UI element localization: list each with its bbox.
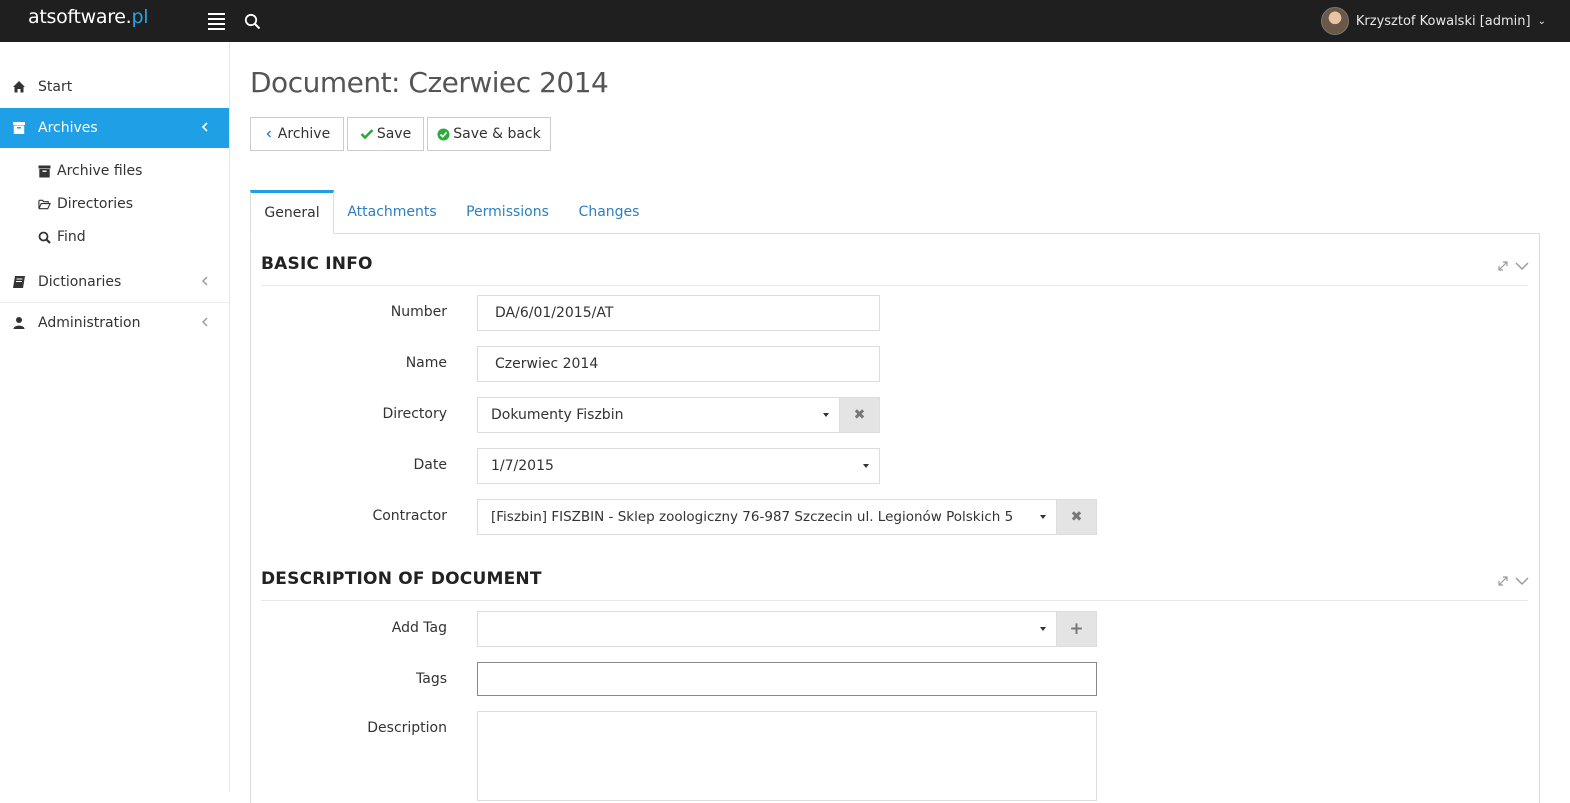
check-icon — [360, 129, 374, 140]
sidebar-item-start[interactable]: Start — [0, 67, 229, 107]
chevron-left-icon — [201, 122, 208, 132]
sidebar-subitem-label: Directories — [57, 196, 134, 212]
search-icon[interactable] — [244, 13, 261, 30]
contractor-clear-button[interactable]: ✖ — [1057, 499, 1097, 535]
close-icon: ✖ — [853, 407, 866, 423]
date-label: Date — [413, 457, 447, 473]
contractor-label: Contractor — [372, 508, 447, 524]
sidebar-item-dictionaries[interactable]: Dictionaries — [0, 262, 229, 302]
sidebar-subitem-archive-files[interactable]: Archive files — [38, 160, 142, 182]
save-button-label: Save — [376, 126, 412, 142]
add-tag-select[interactable] — [477, 611, 1057, 647]
archive-icon — [13, 122, 25, 134]
sidebar-item-archives[interactable]: Archives — [0, 108, 229, 148]
add-tag-button[interactable]: + — [1057, 611, 1097, 647]
chevron-down-icon[interactable] — [1515, 577, 1529, 585]
tab-general[interactable]: General — [250, 190, 334, 234]
tab-changes[interactable]: Changes — [570, 190, 648, 234]
name-value: Czerwiec 2014 — [495, 356, 599, 372]
chevron-left-icon — [266, 130, 271, 138]
book-icon — [13, 276, 25, 288]
caret-down-icon — [1040, 515, 1046, 519]
sidebar-subitem-directories[interactable]: Directories — [38, 193, 133, 215]
section-divider — [261, 600, 1528, 601]
brand-logo[interactable]: atsoftware.pl — [28, 6, 148, 28]
section-tools — [1498, 576, 1529, 586]
user-menu[interactable]: Krzysztof Kowalski [admin] ⌄ — [1320, 5, 1546, 37]
date-value: 1/7/2015 — [491, 458, 554, 474]
save-button[interactable]: Save — [347, 117, 424, 151]
caret-down-icon — [863, 464, 869, 468]
contractor-value: [Fiszbin] FISZBIN - Sklep zoologiczny 76… — [491, 509, 1014, 525]
chevron-left-icon — [202, 276, 208, 286]
name-field[interactable]: Czerwiec 2014 — [477, 346, 880, 382]
date-select[interactable]: 1/7/2015 — [477, 448, 880, 484]
tags-label: Tags — [416, 671, 447, 687]
save-back-button-label: Save & back — [453, 126, 541, 142]
section-divider — [261, 285, 1528, 286]
logo-accent: pl — [131, 6, 149, 28]
expand-icon[interactable] — [1498, 576, 1508, 586]
section-title-basic-info: BASIC INFO — [261, 254, 373, 274]
sidebar-subitem-find[interactable]: Find — [38, 226, 86, 248]
tags-input[interactable] — [477, 662, 1097, 696]
sidebar-subitem-label: Archive files — [57, 163, 143, 179]
description-label: Description — [367, 720, 447, 736]
directory-select[interactable]: Dokumenty Fiszbin — [477, 397, 840, 433]
description-textarea[interactable] — [477, 711, 1097, 801]
save-back-button[interactable]: Save & back — [427, 117, 551, 151]
tab-label: Permissions — [466, 204, 549, 220]
caret-down-icon — [1040, 627, 1046, 631]
expand-icon[interactable] — [1498, 261, 1508, 271]
contractor-select[interactable]: [Fiszbin] FISZBIN - Sklep zoologiczny 76… — [477, 499, 1057, 535]
name-label: Name — [405, 355, 447, 371]
sidebar-item-label: Start — [38, 79, 73, 95]
sidebar-item-label: Dictionaries — [38, 274, 122, 290]
chevron-down-icon: ⌄ — [1537, 15, 1546, 27]
folder-open-icon — [38, 199, 51, 209]
directory-value: Dokumenty Fiszbin — [491, 407, 624, 423]
section-title-description: DESCRIPTION OF DOCUMENT — [261, 569, 542, 589]
directory-clear-button[interactable]: ✖ — [840, 397, 880, 433]
number-value: DA/6/01/2015/AT — [495, 305, 614, 321]
add-tag-label: Add Tag — [391, 620, 447, 636]
avatar — [1320, 7, 1349, 35]
search-icon — [38, 231, 51, 244]
number-label: Number — [390, 304, 447, 320]
sidebar-item-label: Archives — [38, 120, 98, 136]
tab-label: Changes — [578, 204, 640, 220]
check-circle-icon — [437, 128, 450, 140]
chevron-down-icon[interactable] — [1515, 262, 1529, 270]
tab-permissions[interactable]: Permissions — [456, 190, 559, 234]
tab-label: Attachments — [347, 204, 437, 220]
logo-text: atsoftware. — [28, 6, 132, 28]
home-icon — [13, 81, 25, 93]
archive-icon — [38, 165, 51, 177]
user-name: Krzysztof Kowalski [admin] — [1355, 13, 1531, 29]
section-tools — [1498, 261, 1529, 271]
directory-label: Directory — [382, 406, 447, 422]
top-navbar: atsoftware.pl Krzysztof Kowalski [admin]… — [0, 0, 1570, 42]
sidebar-subitem-label: Find — [57, 229, 86, 245]
archive-back-button[interactable]: Archive — [250, 117, 344, 151]
number-field[interactable]: DA/6/01/2015/AT — [477, 295, 880, 331]
caret-down-icon — [823, 413, 829, 417]
tab-attachments[interactable]: Attachments — [339, 190, 445, 234]
tab-label: General — [264, 205, 320, 221]
plus-icon: + — [1069, 619, 1084, 639]
close-icon: ✖ — [1070, 509, 1083, 525]
archive-button-label: Archive — [277, 126, 331, 142]
hamburger-menu-icon[interactable] — [208, 13, 225, 30]
page-title: Document: Czerwiec 2014 — [250, 66, 609, 99]
